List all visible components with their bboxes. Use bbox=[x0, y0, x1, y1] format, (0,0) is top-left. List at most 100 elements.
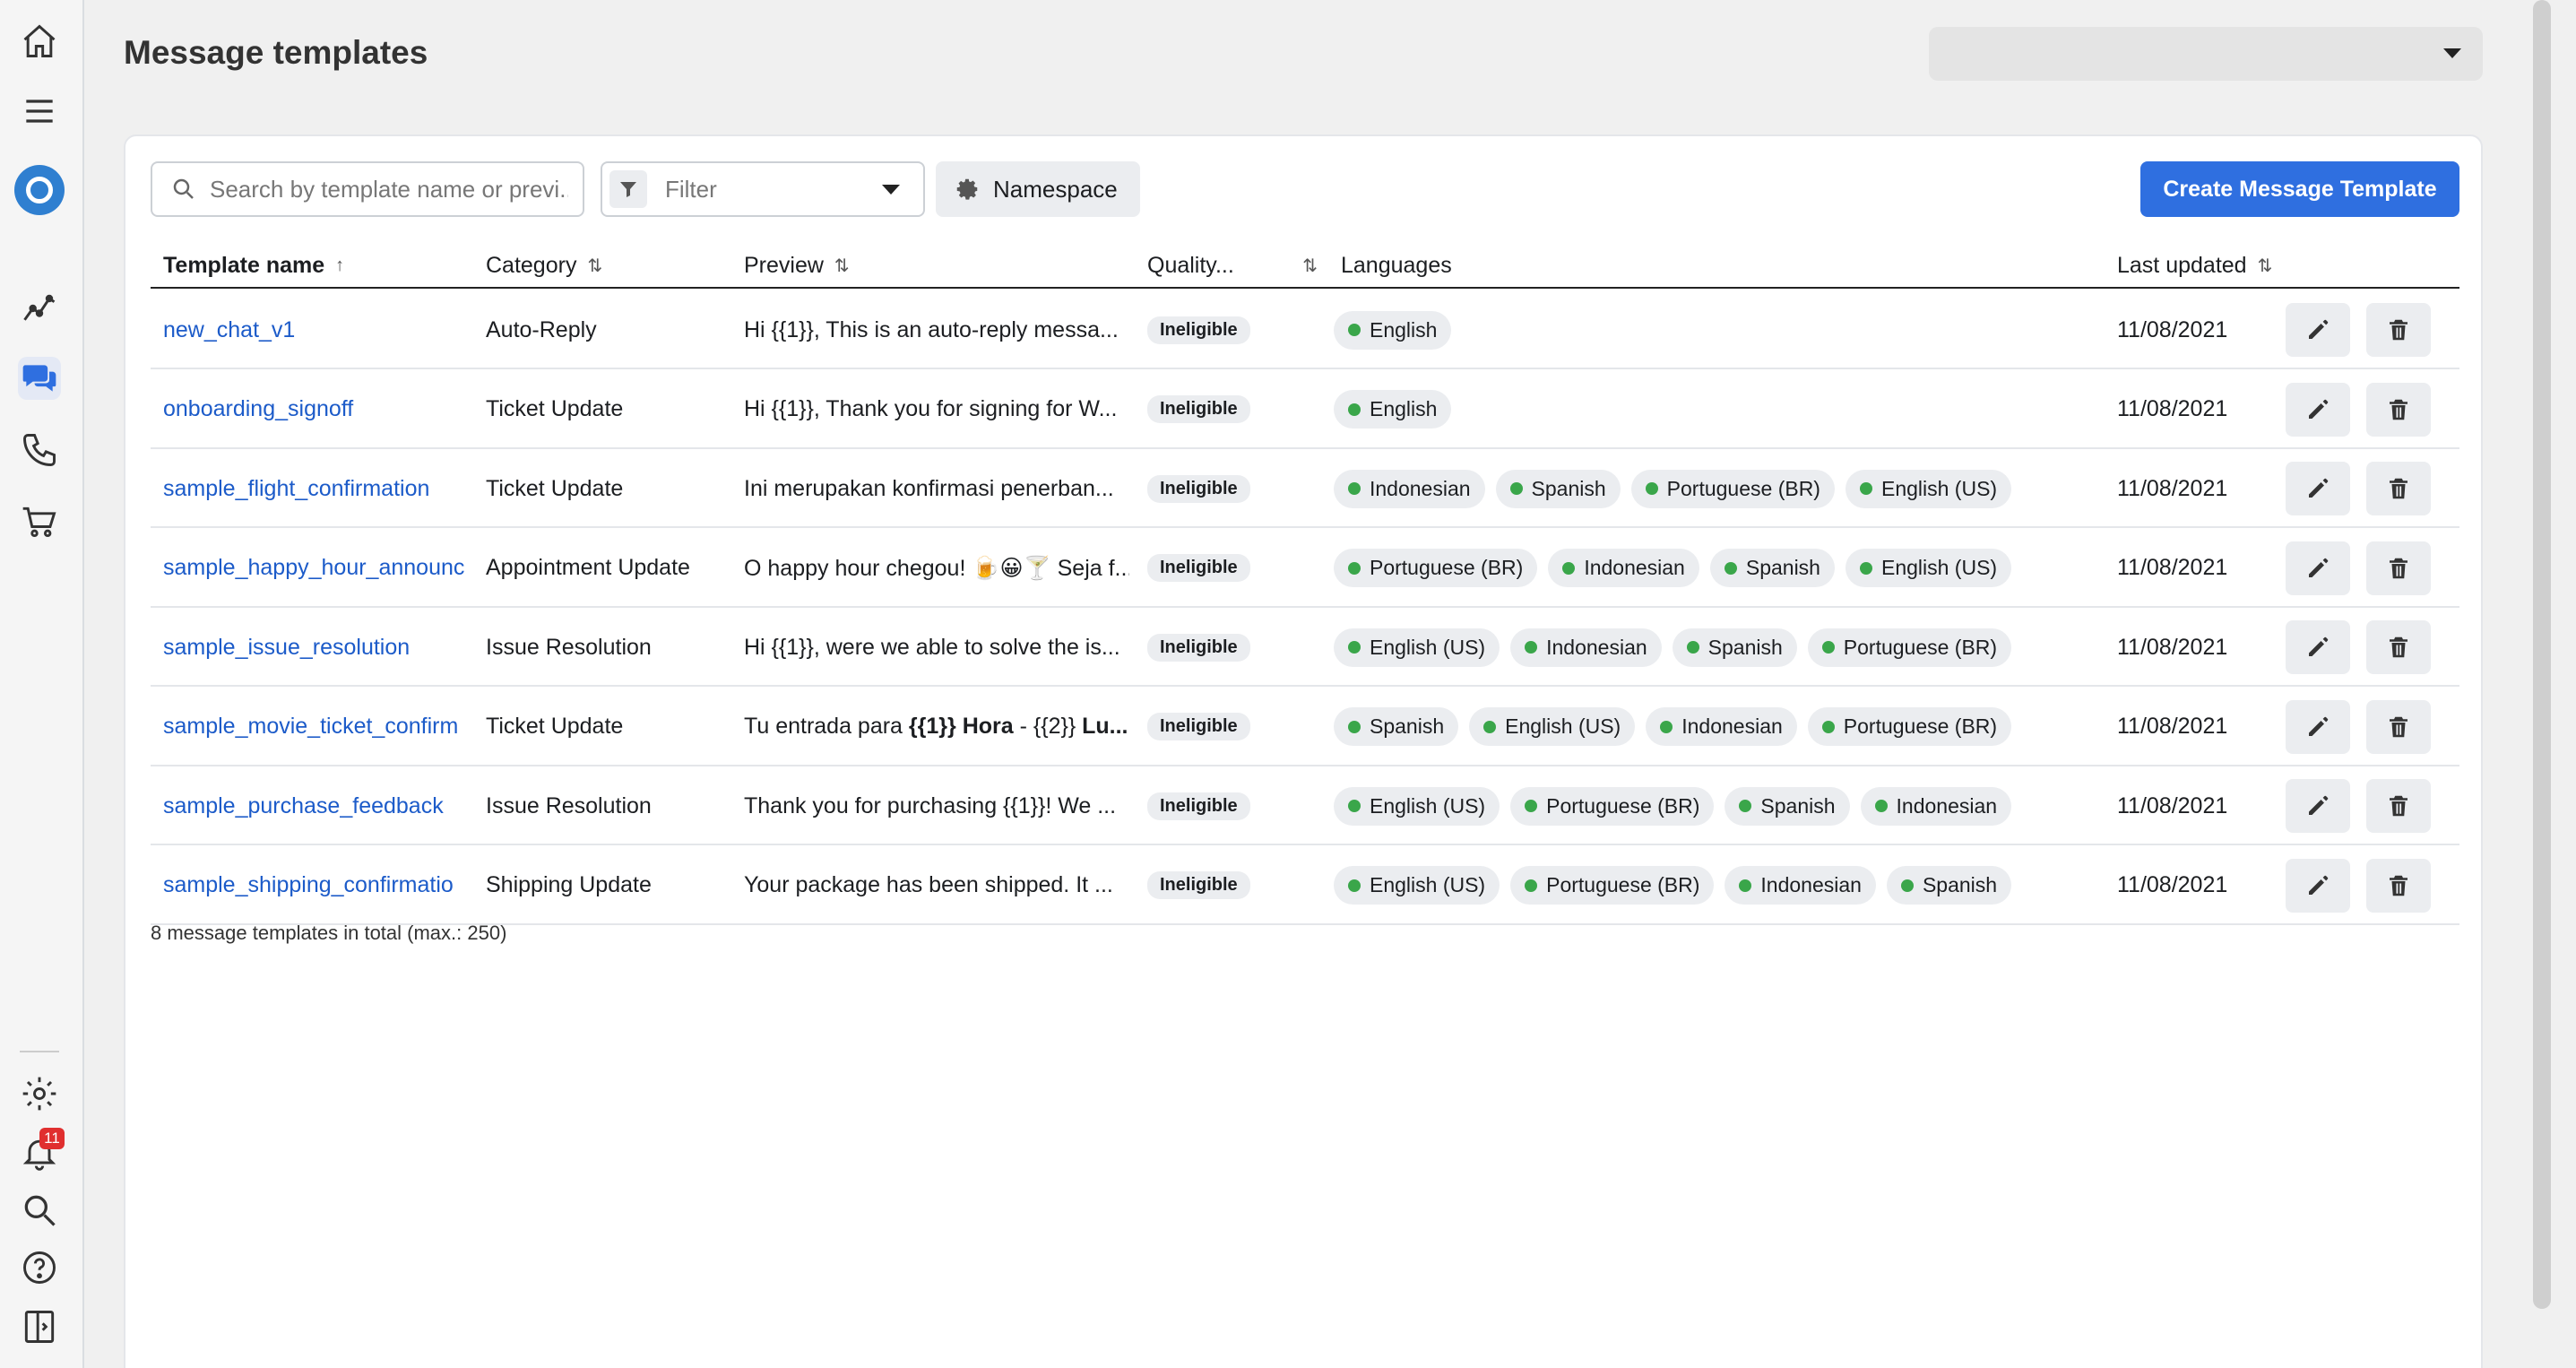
sidebar-divider bbox=[20, 1051, 59, 1052]
namespace-button[interactable]: Namespace bbox=[936, 161, 1140, 217]
category-cell: Shipping Update bbox=[486, 872, 652, 897]
search-box[interactable] bbox=[151, 161, 584, 217]
edit-button[interactable] bbox=[2286, 382, 2350, 437]
quality-cell: Ineligible bbox=[1147, 608, 1327, 687]
scrollbar-thumb[interactable] bbox=[2533, 0, 2551, 1309]
filter-dropdown[interactable]: Filter bbox=[601, 161, 925, 217]
filter-icon bbox=[609, 170, 647, 208]
pencil-icon bbox=[2304, 316, 2331, 343]
column-template-name[interactable]: Template name ↑ bbox=[163, 253, 344, 279]
delete-button[interactable] bbox=[2366, 462, 2431, 515]
column-label: Languages bbox=[1341, 253, 1452, 278]
column-label: Category bbox=[486, 253, 577, 278]
preview-cell: Hi {{1}}, Thank you for signing for W... bbox=[744, 370, 1129, 449]
quality-badge: Ineligible bbox=[1147, 871, 1250, 899]
edit-button[interactable] bbox=[2286, 541, 2350, 595]
template-name-link[interactable]: sample_issue_resolution bbox=[163, 635, 410, 661]
template-name-link[interactable]: sample_flight_confirmation bbox=[163, 476, 429, 502]
languages-cell: English (US) Indonesian Spanish Portuguese … bbox=[1334, 608, 2105, 687]
trash-icon bbox=[2385, 396, 2412, 423]
gear-icon bbox=[956, 178, 978, 200]
column-category[interactable]: Category ⇅ bbox=[486, 253, 602, 279]
menu-icon[interactable] bbox=[18, 90, 61, 133]
analytics-icon[interactable] bbox=[18, 287, 61, 330]
brand-logo[interactable] bbox=[14, 165, 65, 215]
trash-icon bbox=[2385, 475, 2412, 502]
template-name-cell: new_chat_v1 bbox=[163, 290, 477, 369]
language-chip: Indonesian bbox=[1646, 707, 1797, 746]
quality-cell: Ineligible bbox=[1147, 766, 1327, 845]
account-select[interactable] bbox=[1929, 27, 2483, 81]
search-input[interactable] bbox=[210, 175, 568, 203]
edit-button[interactable] bbox=[2286, 303, 2350, 357]
language-chip: Portuguese (BR) bbox=[1630, 469, 1835, 508]
delete-button[interactable] bbox=[2366, 303, 2431, 357]
delete-button[interactable] bbox=[2366, 858, 2431, 913]
status-dot-icon bbox=[1348, 324, 1361, 336]
preview-cell: Your package has been shipped. It ... bbox=[744, 846, 1129, 925]
sort-icon[interactable]: ⇅ bbox=[834, 255, 850, 277]
chevron-down-icon bbox=[882, 184, 900, 195]
help-icon[interactable] bbox=[18, 1246, 61, 1289]
column-quality[interactable]: Quality... ⇅ bbox=[1147, 253, 1318, 279]
language-chip: Portuguese (BR) bbox=[1334, 549, 1538, 587]
status-dot-icon bbox=[1739, 879, 1752, 892]
cart-icon[interactable] bbox=[18, 500, 61, 543]
language-chip: Portuguese (BR) bbox=[1807, 628, 2012, 667]
sort-icon[interactable]: ⇅ bbox=[587, 255, 602, 277]
search-icon[interactable] bbox=[18, 1189, 61, 1232]
category-cell: Issue Resolution bbox=[486, 792, 652, 818]
status-dot-icon bbox=[1821, 720, 1835, 733]
delete-button[interactable] bbox=[2366, 620, 2431, 674]
status-dot-icon bbox=[1859, 482, 1872, 495]
template-name-link[interactable]: sample_movie_ticket_confirm bbox=[163, 714, 458, 740]
template-name-link[interactable]: onboarding_signoff bbox=[163, 396, 353, 422]
column-last-updated[interactable]: Last updated ⇅ bbox=[2117, 253, 2272, 279]
trash-icon bbox=[2385, 872, 2412, 899]
languages-cell: English bbox=[1334, 290, 2105, 369]
edit-button[interactable] bbox=[2286, 462, 2350, 515]
template-name-link[interactable]: sample_happy_hour_announc bbox=[163, 555, 464, 581]
template-name-link[interactable]: sample_purchase_feedback bbox=[163, 793, 444, 819]
sort-icon[interactable]: ⇅ bbox=[2258, 255, 2273, 277]
gear-icon[interactable] bbox=[18, 1072, 61, 1115]
pencil-icon bbox=[2304, 792, 2331, 819]
total-count: 8 message templates in total (max.: 250) bbox=[151, 922, 507, 944]
column-preview[interactable]: Preview ⇅ bbox=[744, 253, 850, 279]
status-dot-icon bbox=[1660, 720, 1673, 733]
sort-asc-icon[interactable]: ↑ bbox=[335, 255, 344, 276]
namespace-label: Namespace bbox=[993, 175, 1118, 203]
last-updated-cell: 11/08/2021 bbox=[2117, 555, 2228, 580]
template-name-cell: sample_purchase_feedback bbox=[163, 766, 477, 845]
chat-icon[interactable] bbox=[18, 357, 61, 400]
quality-cell: Ineligible bbox=[1147, 370, 1327, 449]
pencil-icon bbox=[2304, 475, 2331, 502]
home-icon[interactable] bbox=[18, 20, 61, 63]
template-name-link[interactable]: new_chat_v1 bbox=[163, 317, 295, 343]
category-cell: Ticket Update bbox=[486, 475, 624, 501]
delete-button[interactable] bbox=[2366, 541, 2431, 595]
template-name-cell: sample_flight_confirmation bbox=[163, 449, 477, 528]
language-chip: English (US) bbox=[1334, 866, 1500, 905]
trash-icon bbox=[2385, 316, 2412, 343]
pencil-icon bbox=[2304, 634, 2331, 661]
phone-icon[interactable] bbox=[18, 429, 61, 472]
edit-button[interactable] bbox=[2286, 858, 2350, 913]
table-row: sample_shipping_confirmatio Shipping Upd… bbox=[151, 846, 2459, 925]
quality-badge: Ineligible bbox=[1147, 713, 1250, 740]
pencil-icon bbox=[2304, 872, 2331, 899]
delete-button[interactable] bbox=[2366, 382, 2431, 437]
delete-button[interactable] bbox=[2366, 779, 2431, 833]
table-row: sample_happy_hour_announc Appointment Up… bbox=[151, 529, 2459, 608]
edit-button[interactable] bbox=[2286, 779, 2350, 833]
edit-button[interactable] bbox=[2286, 620, 2350, 674]
create-template-button[interactable]: Create Message Template bbox=[2140, 161, 2459, 217]
status-dot-icon bbox=[1739, 800, 1752, 812]
delete-button[interactable] bbox=[2366, 699, 2431, 754]
language-chip: Portuguese (BR) bbox=[1510, 866, 1715, 905]
template-name-link[interactable]: sample_shipping_confirmatio bbox=[163, 872, 454, 898]
status-dot-icon bbox=[1348, 482, 1361, 495]
edit-button[interactable] bbox=[2286, 699, 2350, 754]
sort-icon[interactable]: ⇅ bbox=[1302, 255, 1318, 277]
panel-toggle-icon[interactable] bbox=[18, 1305, 61, 1348]
